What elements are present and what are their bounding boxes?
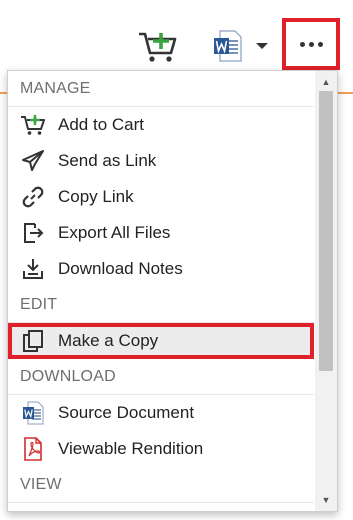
scroll-down-arrow-icon[interactable]: ▼	[315, 491, 337, 509]
scrollbar-thumb[interactable]	[319, 91, 333, 371]
menu-item-export-all-files[interactable]: Export All Files	[8, 215, 314, 251]
more-options-menu: MANAGE Add to Cart Send as Link Copy Lin…	[7, 70, 338, 512]
section-header-download: DOWNLOAD	[8, 359, 314, 395]
menu-item-label: Make a Copy	[58, 331, 159, 350]
menu-item-make-a-copy[interactable]: Make a Copy	[8, 323, 314, 359]
menu-item-add-to-cart[interactable]: Add to Cart	[8, 107, 314, 143]
menu-item-source-document[interactable]: Source Document	[8, 395, 314, 431]
more-options-icon	[299, 41, 323, 47]
scroll-up-arrow-icon[interactable]: ▲	[315, 73, 337, 91]
menu-item-label: Viewable Rendition	[58, 439, 204, 458]
menu-item-send-as-link[interactable]: Send as Link	[8, 143, 314, 179]
export-icon	[20, 220, 46, 246]
word-document-icon	[20, 400, 46, 426]
word-document-icon	[214, 30, 242, 62]
chevron-down-icon	[256, 43, 268, 49]
section-header-manage: MANAGE	[8, 71, 314, 107]
section-header-edit: EDIT	[8, 287, 314, 323]
menu-item-label: Source Document	[58, 403, 195, 422]
menu-item-viewable-rendition[interactable]: Viewable Rendition	[8, 431, 314, 467]
add-to-cart-icon	[139, 32, 177, 62]
menu-item-label: Copy Link	[58, 187, 134, 206]
link-icon	[20, 184, 46, 210]
menu-list: MANAGE Add to Cart Send as Link Copy Lin…	[8, 71, 314, 503]
download-icon	[20, 256, 46, 282]
send-icon	[20, 148, 46, 174]
document-toolbar	[0, 0, 353, 75]
section-header-view: VIEW	[8, 467, 314, 503]
add-to-cart-button[interactable]	[136, 26, 182, 66]
word-export-button[interactable]	[209, 26, 273, 66]
menu-item-label: Send as Link	[58, 151, 157, 170]
menu-item-copy-link[interactable]: Copy Link	[8, 179, 314, 215]
add-to-cart-icon	[20, 112, 46, 138]
copy-icon	[20, 328, 46, 354]
menu-item-download-notes[interactable]: Download Notes	[8, 251, 314, 287]
menu-item-label: Export All Files	[58, 223, 171, 242]
more-options-button[interactable]	[282, 18, 340, 70]
menu-item-label: Add to Cart	[58, 115, 144, 134]
menu-item-label: Download Notes	[58, 259, 183, 278]
menu-scrollbar[interactable]: ▲ ▼	[315, 71, 337, 511]
pdf-icon	[20, 436, 46, 462]
